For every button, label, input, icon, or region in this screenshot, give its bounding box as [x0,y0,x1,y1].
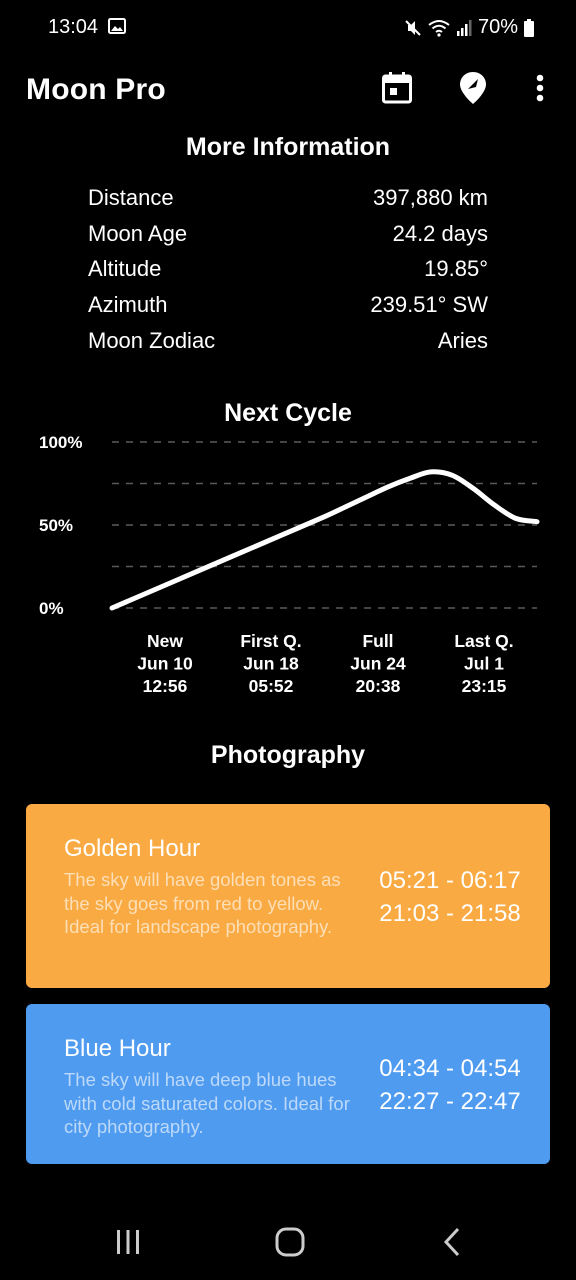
cycle-chart-svg: 100% 50% 0% New Jun 1012:56 First Q. Jun 1805:… [39,433,540,696]
blue-hour-morning-time: 04:34 - 04:54 [379,1055,521,1082]
phase-date: Jun 10 [137,654,193,674]
golden-hour-description: The sky will have golden tones as the sk… [64,869,341,937]
home-button[interactable] [266,1222,314,1262]
gallery-notification-icon [108,18,126,34]
info-row-moon-zodiac: Moon Zodiac Aries [88,323,488,359]
info-row-azimuth: Azimuth 239.51° SW [88,287,488,323]
back-icon [443,1227,460,1257]
blue-hour-evening-time: 22:27 - 22:47 [379,1088,521,1115]
mute-icon [405,19,421,36]
info-label: Moon Zodiac [88,328,216,354]
calendar-button[interactable] [379,70,415,106]
status-bar: 13:04 70% [0,0,576,56]
golden-hour-evening-time: 21:03 - 21:58 [379,900,521,927]
phase-date: Jun 24 [350,654,406,674]
phase-time: 05:52 [249,676,294,696]
battery-percent: 70% [477,16,518,38]
wifi-icon [428,19,450,37]
info-label: Moon Age [88,220,188,246]
status-time: 13:04 [48,16,99,38]
location-pin-icon [460,72,486,104]
phase-name: Last Q. [454,631,513,651]
blue-hour-times: 04:34 - 04:54 22:27 - 22:47 [362,1052,538,1118]
signal-icon [456,19,472,36]
phase-name: Full [362,631,393,651]
phase-time: 23:15 [462,676,507,696]
info-table: Distance 397,880 km Moon Age 24.2 days A… [88,180,488,359]
more-info-title: More Information [185,133,391,161]
home-icon [275,1227,305,1257]
golden-hour-times: 05:21 - 06:17 21:03 - 21:58 [362,864,538,930]
next-cycle-title: Next Cycle [224,399,352,427]
info-row-altitude: Altitude 19.85° [88,252,488,288]
blue-hour-card[interactable]: Blue Hour The sky will have deep blue hu… [26,1004,550,1164]
info-value: 239.51° SW [370,292,488,318]
blue-hour-description: The sky will have deep blue hues with co… [64,1069,350,1137]
info-value: 397,880 km [373,184,488,210]
recent-apps-button[interactable] [104,1222,152,1262]
y-tick-label: 50% [39,516,73,535]
phase-name: New [147,631,183,651]
status-right-group: 70% [404,16,534,39]
phase-date: Jun 18 [243,654,299,674]
illumination-series-line [109,469,540,611]
app-title: Moon Pro [26,73,166,106]
phase-name: First Q. [240,631,301,651]
recent-apps-icon [117,1230,139,1254]
system-nav-bar [0,1200,576,1280]
phase-date: Jul 1 [464,654,504,674]
next-cycle-chart: 100% 50% 0% New Jun 10 12:56 First Q. Jun 18 05:… [0,430,576,710]
more-vert-icon [536,74,544,102]
y-tick-label: 100% [39,433,82,452]
app-bar: Moon Pro [0,60,576,120]
battery-icon [524,18,534,37]
more-options-button[interactable] [522,70,558,106]
info-row-moon-age: Moon Age 24.2 days [88,216,488,252]
photography-title: Photography [210,741,366,769]
golden-hour-morning-time: 05:21 - 06:17 [379,867,521,894]
info-label: Altitude [88,256,162,282]
calendar-icon [382,72,412,104]
info-value: 24.2 days [392,220,488,246]
info-label: Azimuth [88,292,168,318]
y-tick-label: 0% [39,599,64,618]
phase-time: 12:56 [143,676,188,696]
info-value: Aries [437,328,488,354]
info-value: 19.85° [424,256,488,282]
info-row-distance: Distance 397,880 km [88,180,488,216]
golden-hour-title: Golden Hour [64,835,201,862]
golden-hour-card[interactable]: Golden Hour The sky will have golden ton… [26,804,550,988]
back-button[interactable] [428,1222,476,1262]
blue-hour-title: Blue Hour [64,1035,171,1062]
info-label: Distance [88,184,174,210]
location-button[interactable] [455,70,491,106]
phase-time: 20:38 [356,676,401,696]
